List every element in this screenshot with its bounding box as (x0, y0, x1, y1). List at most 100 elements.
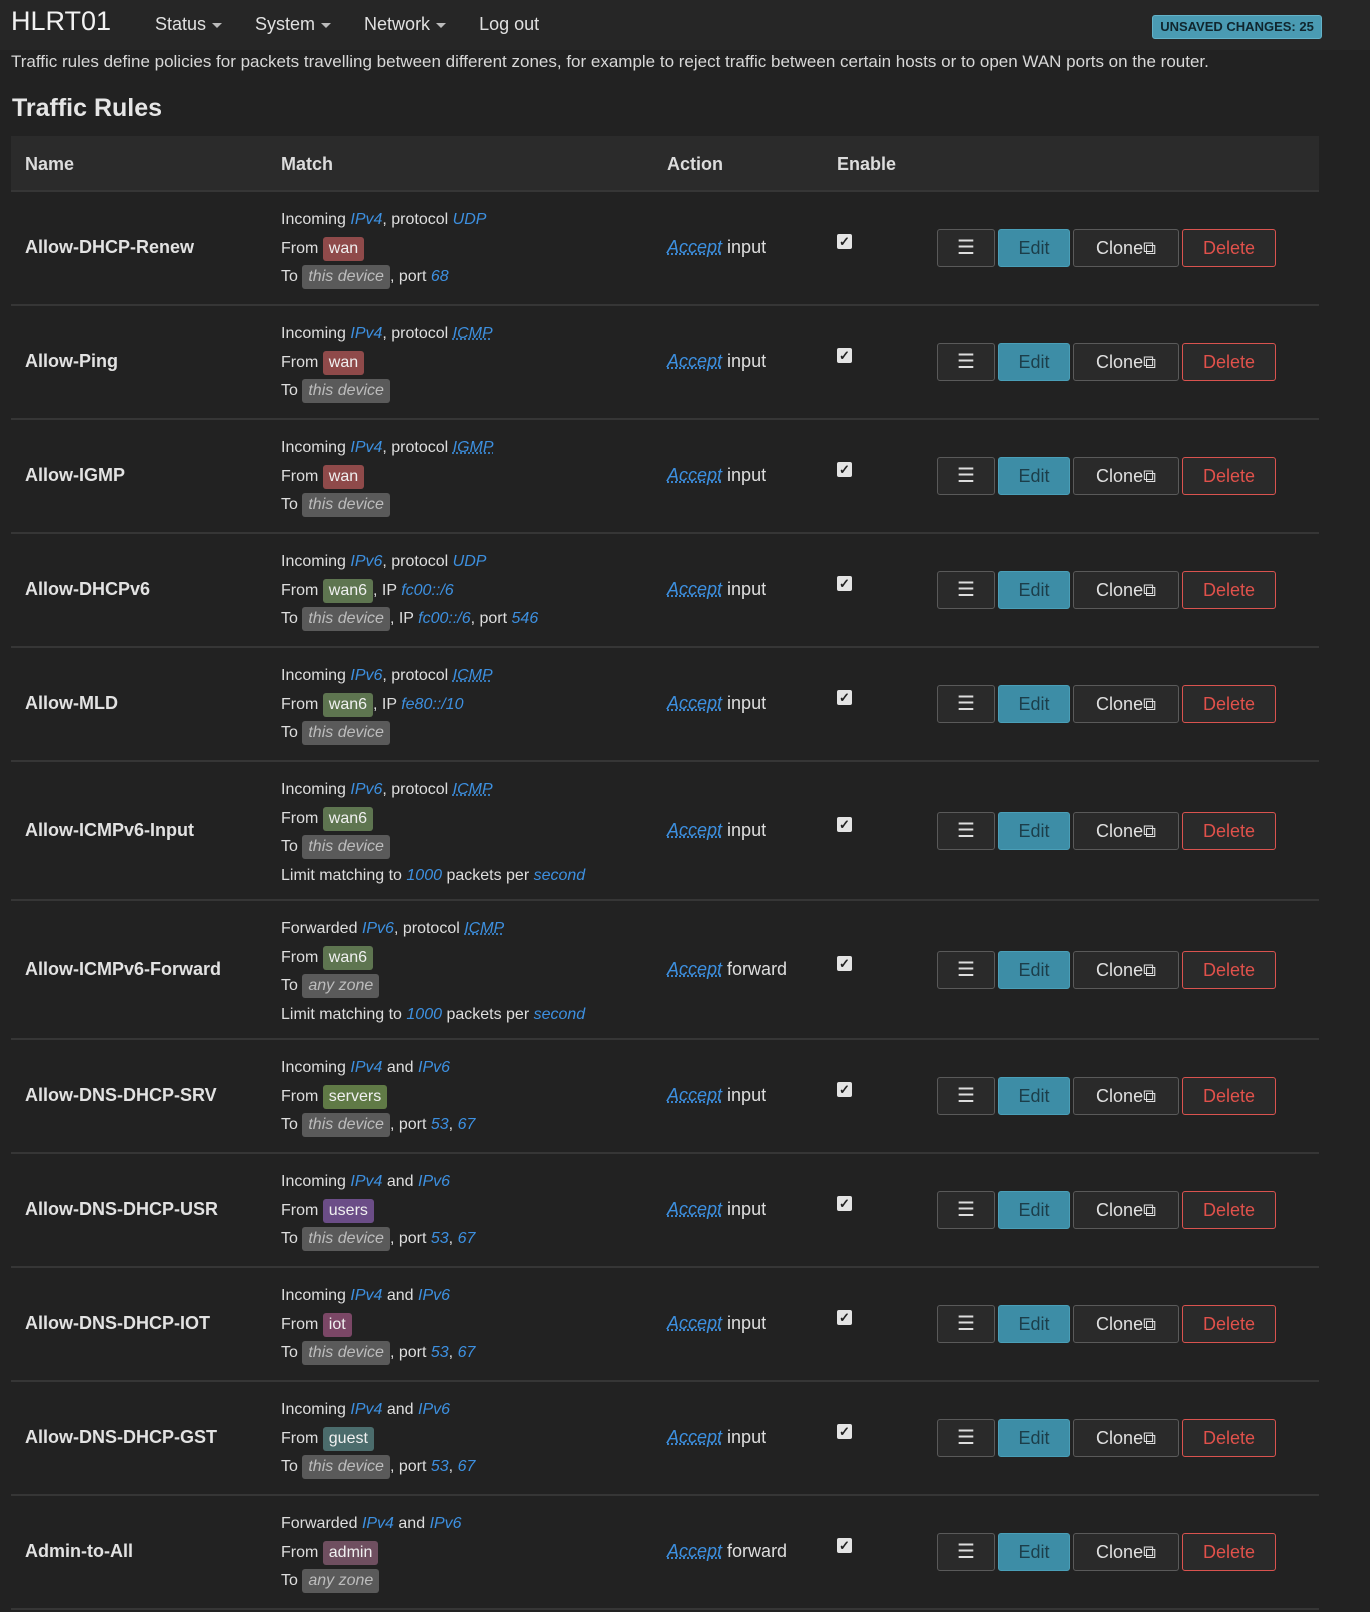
delete-button[interactable]: Delete (1182, 1305, 1276, 1343)
delete-button[interactable]: Delete (1182, 811, 1276, 850)
drag-handle-button[interactable]: ☰ (937, 1419, 995, 1457)
clone-button[interactable]: Clone⧉ (1073, 343, 1179, 381)
from-zone-badge: wan6 (322, 578, 374, 603)
edit-button[interactable]: Edit (998, 1533, 1070, 1571)
clone-button[interactable]: Clone⧉ (1073, 1077, 1179, 1115)
delete-button[interactable]: Delete (1182, 343, 1276, 381)
drag-handle-button[interactable]: ☰ (937, 1305, 995, 1343)
enable-checkbox[interactable]: ✓ (837, 1424, 852, 1439)
row-actions: ☰ Edit Clone⧉ Delete (937, 343, 1279, 381)
edit-button[interactable]: Edit (998, 1191, 1070, 1229)
brand-title[interactable]: HLRT01 (11, 6, 111, 37)
enable-checkbox[interactable]: ✓ (837, 1082, 852, 1097)
edit-button[interactable]: Edit (998, 811, 1070, 850)
enable-checkbox[interactable]: ✓ (837, 1196, 852, 1211)
direction-label: Incoming (281, 1059, 346, 1076)
clone-button[interactable]: Clone⧉ (1073, 571, 1179, 609)
delete-button[interactable]: Delete (1182, 950, 1276, 989)
row-actions: ☰ Edit Clone⧉ Delete (937, 685, 1279, 723)
enable-checkbox[interactable]: ✓ (837, 462, 852, 477)
from-ip-value: fe80::/10 (401, 695, 464, 713)
action-value[interactable]: Accept (667, 1085, 722, 1105)
clone-label: Clone (1096, 466, 1144, 486)
drag-handle-button[interactable]: ☰ (937, 229, 995, 267)
delete-button[interactable]: Delete (1182, 1533, 1276, 1571)
match-from-line: From wan (281, 235, 486, 264)
match-cell: Incoming IPv4, protocol ICMP From wan To t… (281, 320, 493, 406)
delete-button[interactable]: Delete (1182, 457, 1276, 495)
from-label: From (281, 239, 319, 257)
edit-button[interactable]: Edit (998, 1077, 1070, 1115)
table-row: Allow-ICMPv6-Forward Forwarded IPv6, prot… (11, 901, 1319, 1040)
clone-button[interactable]: Clone⧉ (1073, 685, 1179, 723)
edit-button[interactable]: Edit (998, 229, 1070, 267)
drag-handle-button[interactable]: ☰ (937, 571, 995, 609)
to-zone-badge: this device (302, 265, 390, 289)
drag-handle-button[interactable]: ☰ (937, 1533, 995, 1571)
drag-handle-button[interactable]: ☰ (937, 685, 995, 723)
action-value[interactable]: Accept (667, 820, 722, 840)
action-value[interactable]: Accept (667, 1427, 722, 1447)
clone-button[interactable]: Clone⧉ (1073, 950, 1179, 989)
menu-logout[interactable]: Log out (479, 14, 539, 35)
edit-button[interactable]: Edit (998, 1419, 1070, 1457)
enable-checkbox[interactable]: ✓ (837, 348, 852, 363)
match-cell: Incoming IPv6, protocol UDP From wan6, IP… (281, 548, 538, 634)
menu-network[interactable]: Network (364, 14, 447, 35)
delete-button[interactable]: Delete (1182, 685, 1276, 723)
match-from-line: From wan6 (281, 944, 585, 973)
enable-checkbox[interactable]: ✓ (837, 955, 852, 971)
clone-button[interactable]: Clone⧉ (1073, 1419, 1179, 1457)
drag-handle-button[interactable]: ☰ (937, 950, 995, 989)
clone-button[interactable]: Clone⧉ (1073, 811, 1179, 850)
enable-checkbox[interactable]: ✓ (837, 690, 852, 705)
action-value[interactable]: Accept (667, 465, 722, 485)
to-zone-badge: this device (302, 493, 390, 517)
action-value[interactable]: Accept (667, 579, 722, 599)
delete-button[interactable]: Delete (1182, 1419, 1276, 1457)
edit-button[interactable]: Edit (998, 685, 1070, 723)
clone-button[interactable]: Clone⧉ (1073, 229, 1179, 267)
action-value[interactable]: Accept (667, 351, 722, 371)
edit-button[interactable]: Edit (998, 343, 1070, 381)
enable-checkbox[interactable]: ✓ (837, 816, 852, 832)
enable-checkbox[interactable]: ✓ (837, 234, 852, 249)
from-zone-badge: wan6 (322, 692, 374, 717)
menu-system[interactable]: System (255, 14, 332, 35)
enable-checkbox[interactable]: ✓ (837, 1310, 852, 1325)
drag-handle-button[interactable]: ☰ (937, 1191, 995, 1229)
enable-checkbox[interactable]: ✓ (837, 576, 852, 591)
table-row: Allow-DNS-DHCP-USR Incoming IPv4 and IPv6… (11, 1154, 1319, 1268)
action-value[interactable]: Accept (667, 237, 722, 257)
menu-status[interactable]: Status (155, 14, 223, 35)
drag-handle-button[interactable]: ☰ (937, 1077, 995, 1115)
clone-button[interactable]: Clone⧉ (1073, 1533, 1179, 1571)
clone-button[interactable]: Clone⧉ (1073, 457, 1179, 495)
delete-button[interactable]: Delete (1182, 1191, 1276, 1229)
action-value[interactable]: Accept (667, 1199, 722, 1219)
action-value[interactable]: Accept (667, 1541, 722, 1561)
clone-button[interactable]: Clone⧉ (1073, 1305, 1179, 1343)
action-value[interactable]: Accept (667, 1313, 722, 1333)
match-cell: Incoming IPv4 and IPv6 From guest To this … (281, 1396, 475, 1482)
drag-handle-button[interactable]: ☰ (937, 457, 995, 495)
clone-button[interactable]: Clone⧉ (1073, 1191, 1179, 1229)
enable-checkbox[interactable]: ✓ (837, 1538, 852, 1553)
delete-button[interactable]: Delete (1182, 229, 1276, 267)
delete-button[interactable]: Delete (1182, 1077, 1276, 1115)
edit-button[interactable]: Edit (998, 1305, 1070, 1343)
match-cell: Incoming IPv4 and IPv6 From servers To thi… (281, 1054, 475, 1140)
delete-button[interactable]: Delete (1182, 571, 1276, 609)
page-description: Traffic rules define policies for packet… (11, 52, 1209, 71)
unsaved-changes-badge[interactable]: UNSAVED CHANGES: 25 (1152, 15, 1322, 39)
action-value[interactable]: Accept (667, 693, 722, 713)
action-value[interactable]: Accept (667, 959, 722, 979)
drag-handle-button[interactable]: ☰ (937, 811, 995, 850)
edit-button[interactable]: Edit (998, 571, 1070, 609)
table-header: Name Match Action Enable (11, 136, 1319, 192)
edit-button[interactable]: Edit (998, 950, 1070, 989)
drag-handle-button[interactable]: ☰ (937, 343, 995, 381)
edit-button[interactable]: Edit (998, 457, 1070, 495)
copy-icon: ⧉ (1143, 694, 1156, 714)
protocol-value: IGMP (452, 439, 494, 456)
